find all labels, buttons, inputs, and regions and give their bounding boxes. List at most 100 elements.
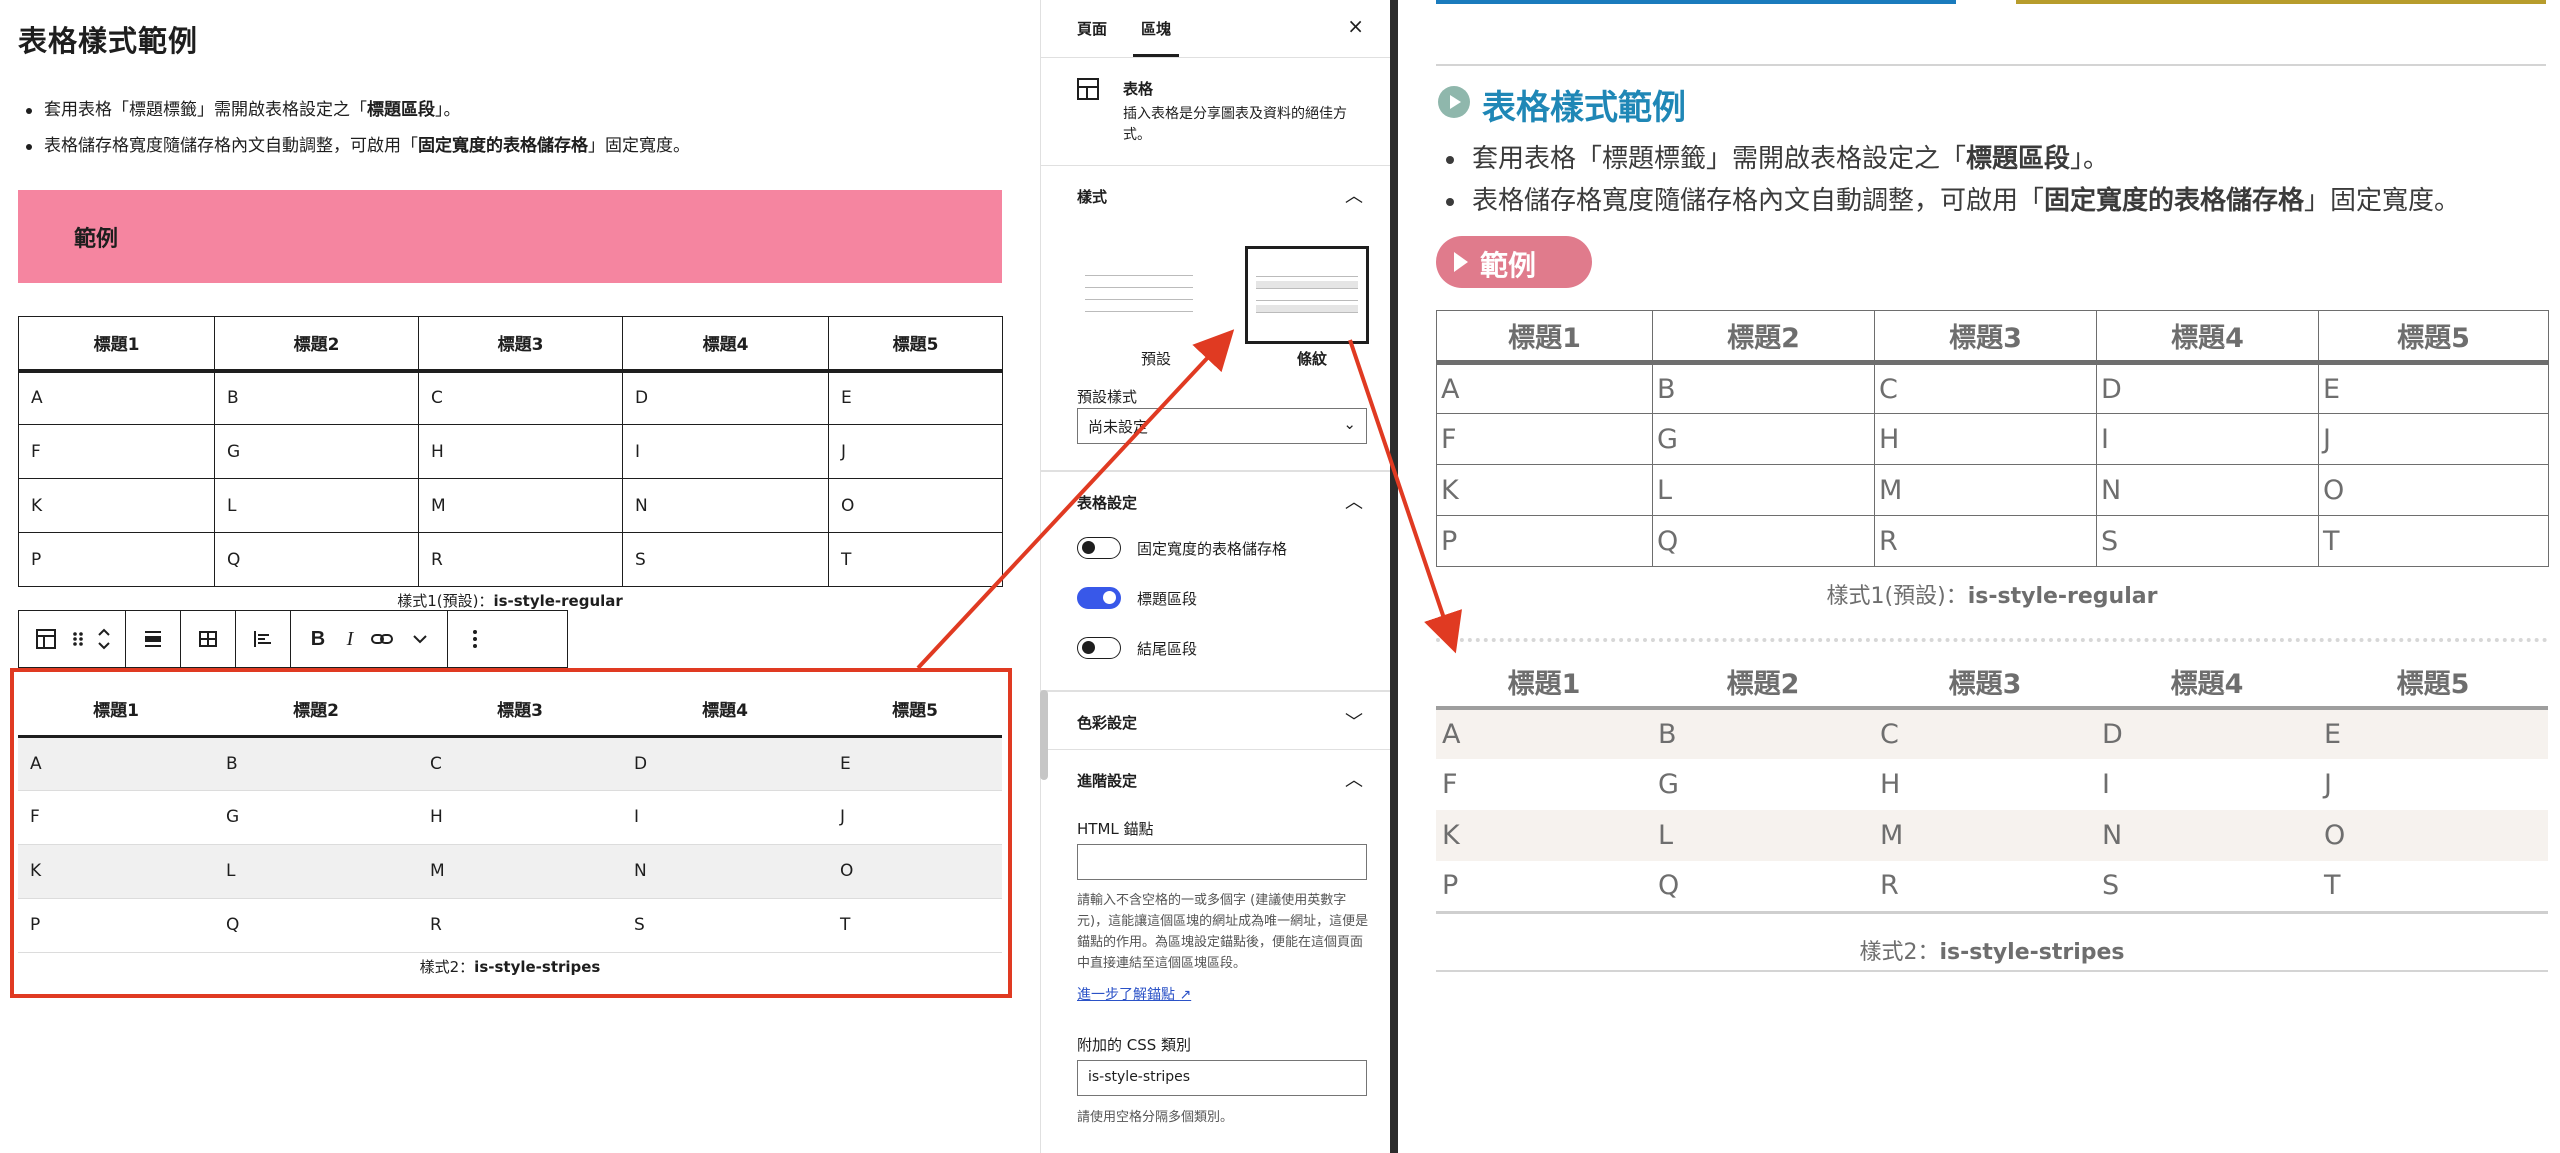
- annotation-highlight-box: [10, 668, 1012, 998]
- bold-button[interactable]: B: [299, 611, 337, 667]
- table-cell: L: [1658, 820, 1674, 851]
- learn-more-anchors-link[interactable]: 進一步了解錨點 ↗: [1077, 984, 1191, 1004]
- panel-advanced-toggle[interactable]: 進階設定 ︿: [1041, 750, 1390, 808]
- edit-table-icon[interactable]: [189, 611, 227, 667]
- list-item: 表格儲存格寬度隨儲存格內文自動調整，可啟用「固定寬度的表格儲存格」固定寬度。: [1444, 180, 2460, 222]
- html-anchor-input[interactable]: [1077, 844, 1367, 880]
- panel-divider: [1390, 0, 1398, 1153]
- frontend-preview: 表格樣式範例 套用表格「標題標籤」需開啟表格設定之「標題區段」。 表格儲存格寬度…: [1398, 0, 2560, 1153]
- table-cell: I: [2096, 413, 2319, 465]
- table-cell[interactable]: C: [418, 370, 623, 425]
- table-header-cell[interactable]: 標題1: [18, 316, 215, 373]
- panel-color-settings-title: 色彩設定: [1077, 714, 1138, 732]
- tab-block[interactable]: 區塊: [1132, 18, 1180, 57]
- decor-bar: [1436, 0, 1956, 4]
- css-class-input[interactable]: is-style-stripes: [1077, 1060, 1367, 1096]
- example-heading-block[interactable]: 範例: [18, 190, 1002, 283]
- table-caption[interactable]: 樣式1(預設)：is-style-regular: [18, 590, 1002, 611]
- panel-styles-title: 樣式: [1077, 188, 1108, 206]
- table-cell[interactable]: G: [214, 424, 419, 479]
- chevron-down-icon[interactable]: [401, 611, 439, 667]
- tab-page[interactable]: 頁面: [1077, 18, 1107, 39]
- scrollbar[interactable]: [1040, 690, 1048, 780]
- move-up-down-icon[interactable]: [91, 611, 117, 667]
- list-item[interactable]: 表格儲存格寬度隨儲存格內文自動調整，可啟用「固定寬度的表格儲存格」固定寬度。: [26, 128, 690, 164]
- list-item-bold: 標題區段: [1966, 144, 2071, 174]
- style-stripes-preview[interactable]: [1245, 246, 1369, 344]
- column-align-icon[interactable]: [244, 611, 282, 667]
- toggle-header-section[interactable]: 標題區段: [1077, 585, 1197, 611]
- table-cell[interactable]: E: [828, 370, 1003, 425]
- close-icon[interactable]: ×: [1347, 14, 1364, 38]
- table-cell: J: [2318, 413, 2549, 465]
- panel-color-settings-toggle[interactable]: 色彩設定 ﹀: [1041, 692, 1390, 750]
- table-cell[interactable]: R: [418, 532, 623, 587]
- table-cell[interactable]: F: [18, 424, 215, 479]
- table-row: KLMNO: [18, 478, 1003, 533]
- list-item-text: 套用表格「標題標籤」需開啟表格設定之「: [1472, 144, 1967, 174]
- table-cell: O: [2324, 820, 2346, 851]
- toggle-switch[interactable]: [1077, 637, 1121, 659]
- table-cell: R: [1880, 870, 1899, 902]
- more-vertical-icon[interactable]: [456, 611, 494, 667]
- toggle-switch[interactable]: [1077, 537, 1121, 559]
- table-cell: K: [1442, 820, 1460, 851]
- list-item[interactable]: 套用表格「標題標籤」需開啟表格設定之「標題區段」。: [26, 92, 690, 128]
- panel-table-settings-toggle[interactable]: 表格設定 ︿: [1041, 472, 1390, 530]
- table-cell[interactable]: D: [622, 370, 829, 425]
- table-cell[interactable]: Q: [214, 532, 419, 587]
- chevron-down-icon: ⌄: [1343, 415, 1356, 433]
- align-icon[interactable]: [134, 611, 172, 667]
- table-cell[interactable]: I: [622, 424, 829, 479]
- table-cell[interactable]: M: [418, 478, 623, 533]
- toolbar-group-format: B I: [291, 611, 448, 667]
- table-cell[interactable]: J: [828, 424, 1003, 479]
- table-cell: F: [1436, 413, 1653, 465]
- table-cell[interactable]: S: [622, 532, 829, 587]
- default-style-select[interactable]: 尚未設定 ⌄: [1077, 408, 1367, 444]
- table-cell[interactable]: B: [214, 370, 419, 425]
- table-header-cell[interactable]: 標題5: [828, 316, 1003, 373]
- divider: [1436, 64, 2546, 66]
- table-header-cell: 標題4: [2096, 656, 2318, 710]
- table-cell: S: [2096, 515, 2319, 567]
- drag-handle-icon[interactable]: [65, 611, 91, 667]
- toggle-fixed-width-cells[interactable]: 固定寬度的表格儲存格: [1077, 535, 1287, 561]
- table-cell[interactable]: A: [18, 370, 215, 425]
- bullet-list[interactable]: 套用表格「標題標籤」需開啟表格設定之「標題區段」。 表格儲存格寬度隨儲存格內文自…: [26, 92, 690, 164]
- table-header-cell[interactable]: 標題2: [214, 316, 419, 373]
- frontend-example-pill: 範例: [1436, 236, 1592, 288]
- panel-styles-toggle[interactable]: 樣式 ︿: [1041, 166, 1390, 224]
- table-cell: E: [2318, 362, 2549, 414]
- chevron-up-icon: ︿: [1345, 186, 1363, 207]
- table-cell: M: [1880, 820, 1904, 851]
- table-regular[interactable]: 標題1 標題2 標題3 標題4 標題5 ABCDE FGHIJ KLMNO PQ…: [18, 316, 1003, 587]
- table-cell[interactable]: L: [214, 478, 419, 533]
- css-class-label: 附加的 CSS 類別: [1077, 1036, 1192, 1054]
- link-icon[interactable]: [363, 611, 401, 667]
- style-default-preview[interactable]: [1077, 246, 1201, 344]
- list-item-text: 」。: [2070, 144, 2110, 174]
- table-cell: K: [1436, 464, 1653, 516]
- table-header-row: 標題1 標題2 標題3 標題4 標題5: [1436, 656, 2548, 710]
- toggle-switch[interactable]: [1077, 587, 1121, 609]
- table-header-cell[interactable]: 標題4: [622, 316, 829, 373]
- table-cell[interactable]: P: [18, 532, 215, 587]
- table-cell[interactable]: K: [18, 478, 215, 533]
- style-stripes-label: 條紋: [1297, 350, 1328, 368]
- table-cell[interactable]: N: [622, 478, 829, 533]
- toggle-footer-section[interactable]: 結尾區段: [1077, 635, 1197, 661]
- table-cell[interactable]: O: [828, 478, 1003, 533]
- table-row: A B C D E: [1436, 708, 2548, 759]
- page-heading[interactable]: 表格樣式範例: [18, 18, 198, 60]
- table-icon[interactable]: [27, 611, 65, 667]
- block-card-description: 插入表格是分享圖表及資料的絕佳方式。: [1123, 106, 1347, 143]
- preview-row: [1085, 292, 1193, 300]
- table-cell: C: [1880, 719, 1899, 750]
- italic-button[interactable]: I: [337, 611, 363, 667]
- chevron-up-icon: ︿: [1345, 492, 1363, 513]
- table-header-cell[interactable]: 標題3: [418, 316, 623, 373]
- table-cell[interactable]: H: [418, 424, 623, 479]
- table-cell: E: [2324, 719, 2342, 750]
- table-cell[interactable]: T: [828, 532, 1003, 587]
